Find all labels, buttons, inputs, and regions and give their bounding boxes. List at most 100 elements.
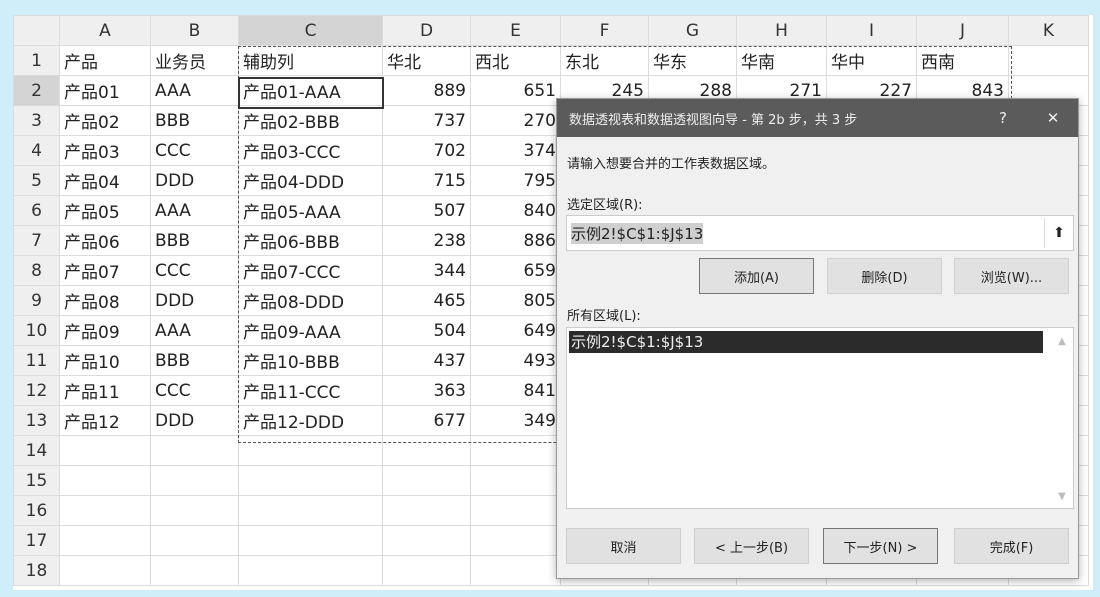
finish-button[interactable]: 完成(F): [954, 528, 1069, 564]
row-header[interactable]: 2: [13, 75, 60, 106]
cell-c2[interactable]: 产品01-AAA: [238, 75, 383, 106]
cell-a6[interactable]: 产品05: [59, 195, 151, 226]
column-header-k[interactable]: K: [1008, 15, 1089, 46]
cell-a11[interactable]: 产品10: [59, 345, 151, 376]
column-header-i[interactable]: I: [826, 15, 917, 46]
cell-a3[interactable]: 产品02: [59, 105, 151, 136]
column-header-h[interactable]: H: [736, 15, 827, 46]
row-header[interactable]: 10: [13, 315, 60, 346]
cell-a5[interactable]: 产品04: [59, 165, 151, 196]
cancel-button[interactable]: 取消: [566, 528, 681, 564]
browse-button[interactable]: 浏览(W)...: [954, 258, 1069, 294]
cell-a4[interactable]: 产品03: [59, 135, 151, 166]
cell-d1[interactable]: 华北: [382, 45, 471, 76]
cell-b12[interactable]: CCC: [150, 375, 239, 406]
cell-e4[interactable]: 374: [470, 135, 561, 166]
list-scrollbar[interactable]: ▲ ▼: [1051, 328, 1073, 508]
cell-c3[interactable]: 产品02-BBB: [238, 105, 383, 136]
cell-b16[interactable]: [150, 495, 239, 526]
cell-b10[interactable]: AAA: [150, 315, 239, 346]
cell-b7[interactable]: BBB: [150, 225, 239, 256]
range-list-item[interactable]: 示例2!$C$1:$J$13: [569, 331, 1043, 353]
cell-d16[interactable]: [382, 495, 471, 526]
cell-d15[interactable]: [382, 465, 471, 496]
cell-d6[interactable]: 507: [382, 195, 471, 226]
column-header-d[interactable]: D: [382, 15, 471, 46]
cell-b14[interactable]: [150, 435, 239, 466]
cell-a9[interactable]: 产品08: [59, 285, 151, 316]
cell-b6[interactable]: AAA: [150, 195, 239, 226]
cell-d8[interactable]: 344: [382, 255, 471, 286]
cell-d12[interactable]: 363: [382, 375, 471, 406]
cell-b2[interactable]: AAA: [150, 75, 239, 106]
delete-button[interactable]: 删除(D): [827, 258, 942, 294]
cell-e6[interactable]: 840: [470, 195, 561, 226]
cell-e7[interactable]: 886: [470, 225, 561, 256]
cell-b15[interactable]: [150, 465, 239, 496]
column-header-f[interactable]: F: [560, 15, 649, 46]
cell-c18[interactable]: [238, 555, 383, 586]
column-header-a[interactable]: A: [59, 15, 151, 46]
cell-b4[interactable]: CCC: [150, 135, 239, 166]
scroll-up-icon[interactable]: ▲: [1051, 336, 1073, 347]
cell-e15[interactable]: [470, 465, 561, 496]
cell-d18[interactable]: [382, 555, 471, 586]
row-header[interactable]: 9: [13, 285, 60, 316]
row-header[interactable]: 18: [13, 555, 60, 586]
cell-e2[interactable]: 651: [470, 75, 561, 106]
cell-d11[interactable]: 437: [382, 345, 471, 376]
cell-c16[interactable]: [238, 495, 383, 526]
cell-a13[interactable]: 产品12: [59, 405, 151, 436]
column-header-e[interactable]: E: [470, 15, 561, 46]
cell-a10[interactable]: 产品09: [59, 315, 151, 346]
cell-e14[interactable]: [470, 435, 561, 466]
cell-d9[interactable]: 465: [382, 285, 471, 316]
row-header[interactable]: 8: [13, 255, 60, 286]
cell-d7[interactable]: 238: [382, 225, 471, 256]
help-icon[interactable]: ?: [978, 109, 1028, 127]
row-header[interactable]: 14: [13, 435, 60, 466]
cell-c1[interactable]: 辅助列: [238, 45, 383, 76]
cell-c7[interactable]: 产品06-BBB: [238, 225, 383, 256]
cell-a7[interactable]: 产品06: [59, 225, 151, 256]
select-all-corner[interactable]: [13, 15, 60, 46]
cell-c14[interactable]: [238, 435, 383, 466]
cell-b5[interactable]: DDD: [150, 165, 239, 196]
cell-a17[interactable]: [59, 525, 151, 556]
row-header[interactable]: 4: [13, 135, 60, 166]
cell-i1[interactable]: 华中: [826, 45, 917, 76]
cell-e12[interactable]: 841: [470, 375, 561, 406]
cell-c5[interactable]: 产品04-DDD: [238, 165, 383, 196]
cell-b18[interactable]: [150, 555, 239, 586]
cell-c9[interactable]: 产品08-DDD: [238, 285, 383, 316]
cell-a15[interactable]: [59, 465, 151, 496]
cell-e5[interactable]: 795: [470, 165, 561, 196]
cell-h1[interactable]: 华南: [736, 45, 827, 76]
row-header[interactable]: 5: [13, 165, 60, 196]
cell-e9[interactable]: 805: [470, 285, 561, 316]
cell-d10[interactable]: 504: [382, 315, 471, 346]
row-header[interactable]: 1: [13, 45, 60, 76]
cell-d4[interactable]: 702: [382, 135, 471, 166]
row-header[interactable]: 6: [13, 195, 60, 226]
column-header-g[interactable]: G: [648, 15, 737, 46]
dialog-titlebar[interactable]: 数据透视表和数据透视图向导 - 第 2b 步，共 3 步 ? ✕: [557, 99, 1078, 137]
scroll-down-icon[interactable]: ▼: [1051, 491, 1073, 502]
cell-a14[interactable]: [59, 435, 151, 466]
row-header[interactable]: 15: [13, 465, 60, 496]
cell-b3[interactable]: BBB: [150, 105, 239, 136]
column-header-j[interactable]: J: [916, 15, 1009, 46]
cell-d17[interactable]: [382, 525, 471, 556]
cell-c12[interactable]: 产品11-CCC: [238, 375, 383, 406]
cell-d13[interactable]: 677: [382, 405, 471, 436]
cell-a8[interactable]: 产品07: [59, 255, 151, 286]
cell-d14[interactable]: [382, 435, 471, 466]
column-header-c[interactable]: C: [238, 15, 383, 46]
add-button[interactable]: 添加(A): [699, 258, 814, 294]
cell-e3[interactable]: 270: [470, 105, 561, 136]
cell-d3[interactable]: 737: [382, 105, 471, 136]
close-icon[interactable]: ✕: [1028, 109, 1078, 127]
cell-c4[interactable]: 产品03-CCC: [238, 135, 383, 166]
cell-g1[interactable]: 华东: [648, 45, 737, 76]
cell-b8[interactable]: CCC: [150, 255, 239, 286]
